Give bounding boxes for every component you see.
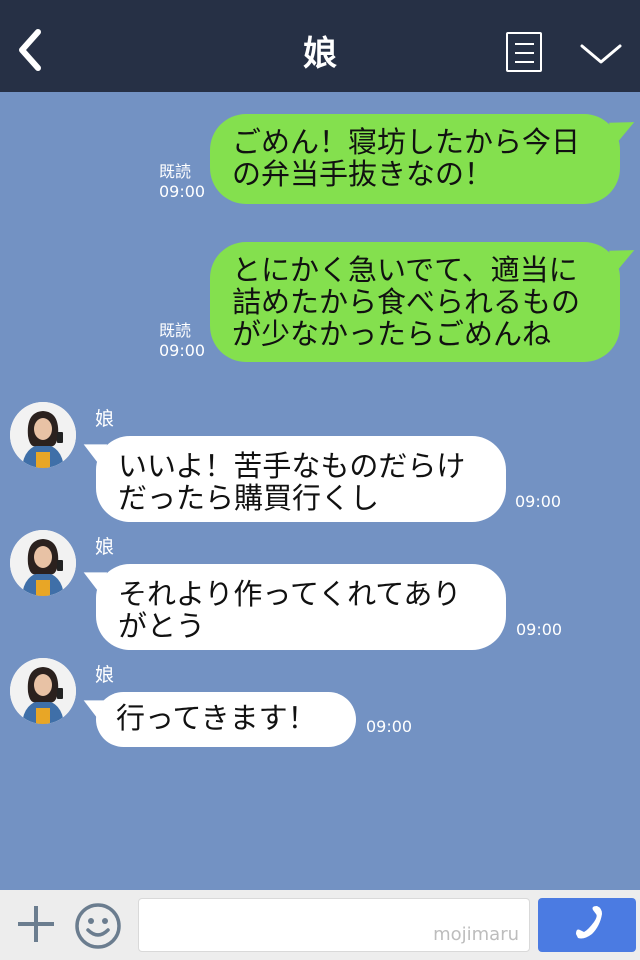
message-bubble[interactable]: 行ってきます！ <box>96 692 356 747</box>
add-button[interactable] <box>14 902 58 946</box>
avatar[interactable] <box>10 530 76 596</box>
message-time: 09:00 <box>516 620 563 639</box>
message-input[interactable]: mojimaru <box>138 898 530 952</box>
sender-name: 娘 <box>95 536 115 558</box>
avatar-photo-icon <box>10 658 76 724</box>
plus-icon <box>18 906 54 942</box>
message-meta: 既読 09:00 <box>159 321 205 361</box>
message-line: ごめん！寝坊したから今日 <box>232 125 581 159</box>
message-line: 行ってきます！ <box>116 701 317 735</box>
smiley-icon <box>75 903 121 949</box>
chat-header: 娘 <box>0 0 640 92</box>
sender-name: 娘 <box>95 408 115 430</box>
message-time: 09:00 <box>159 182 206 201</box>
message-line: 詰めたから食べられるもの <box>232 285 581 319</box>
sender-name: 娘 <box>95 664 115 686</box>
menu-button[interactable] <box>506 32 542 72</box>
message-bubble[interactable]: とにかく急いでて、適当に 詰めたから食べられるもの が少なかったらごめんね <box>210 242 620 362</box>
collapse-button[interactable] <box>578 38 624 68</box>
avatar[interactable] <box>10 402 76 468</box>
message-line: が少なかったらごめんね <box>232 317 552 351</box>
watermark: mojimaru <box>433 924 519 945</box>
avatar[interactable] <box>10 658 76 724</box>
read-receipt: 既読 <box>159 321 192 340</box>
chevron-down-icon <box>580 44 622 64</box>
message-time: 09:00 <box>366 717 413 736</box>
emoji-button[interactable] <box>74 902 122 950</box>
message-meta: 既読 09:00 <box>159 162 205 202</box>
message-line: とにかく急いでて、適当に <box>232 253 578 287</box>
message-line: がとう <box>118 609 206 643</box>
message-time: 09:00 <box>159 341 206 360</box>
chat-title: 娘 <box>303 34 337 74</box>
message-bubble[interactable]: いいよ！苦手なものだらけ だったら購買行くし <box>96 436 506 522</box>
avatar-photo-icon <box>10 402 76 468</box>
message-time: 09:00 <box>515 492 562 511</box>
message-line: それより作ってくれてあり <box>118 577 462 611</box>
read-receipt: 既読 <box>159 162 192 181</box>
phone-icon <box>576 906 602 939</box>
avatar-photo-icon <box>10 530 76 596</box>
message-line: だったら購買行くし <box>118 481 380 515</box>
message-line: いいよ！苦手なものだらけ <box>118 449 466 483</box>
message-bubble[interactable]: ごめん！寝坊したから今日 の弁当手抜きなの！ <box>210 114 620 204</box>
message-bubble[interactable]: それより作ってくれてあり がとう <box>96 564 506 650</box>
call-button[interactable] <box>538 898 636 952</box>
message-line: の弁当手抜きなの！ <box>232 157 494 191</box>
